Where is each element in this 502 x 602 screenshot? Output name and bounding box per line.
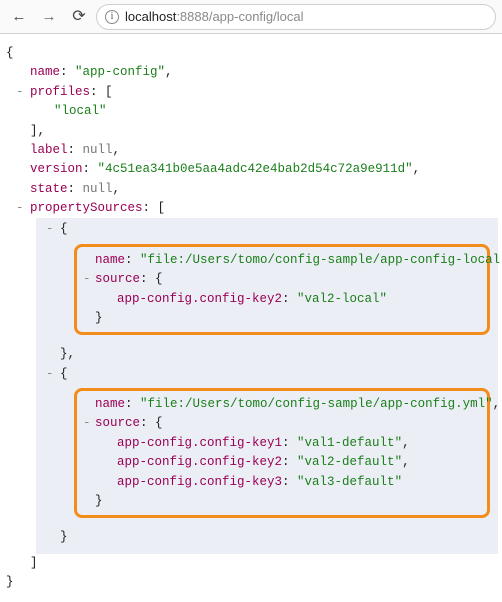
site-info-icon[interactable]: i — [105, 10, 119, 24]
ps-entry: app-config.config-key1: "val1-default", — [77, 434, 487, 453]
collapse-icon[interactable]: - — [16, 83, 24, 102]
ps-item-source: -source: { — [77, 270, 487, 289]
json-version: version: "4c51ea341b0e5aa4adc42e4bab2d54… — [6, 160, 502, 179]
json-profiles: -profiles: [ — [6, 83, 502, 102]
ps-item-open: -{ — [36, 220, 498, 239]
ps-entry: app-config.config-key3: "val3-default" — [77, 473, 487, 492]
collapse-icon[interactable]: - — [46, 365, 54, 384]
brace-close: } — [6, 573, 502, 592]
collapse-icon[interactable]: - — [46, 220, 54, 239]
brace-open: { — [6, 44, 502, 63]
address-host: localhost — [125, 9, 176, 24]
highlight-box: name: "file:/Users/tomo/config-sample/ap… — [74, 244, 490, 336]
collapse-icon[interactable]: - — [83, 414, 91, 433]
json-profiles-item: "local" — [6, 102, 502, 121]
ps-item-close: }, — [36, 345, 498, 364]
ps-source-close: } — [77, 309, 487, 328]
back-button[interactable]: ← — [6, 4, 32, 30]
address-text: localhost:8888/app-config/local — [125, 9, 304, 24]
ps-item-source: -source: { — [77, 414, 487, 433]
address-bar[interactable]: i localhost:8888/app-config/local — [96, 4, 496, 30]
collapse-icon[interactable]: - — [16, 199, 24, 218]
ps-entry: app-config.config-key2: "val2-local" — [77, 290, 487, 309]
json-ps-close: ] — [6, 554, 502, 573]
ps-source-close: } — [77, 492, 487, 511]
json-label: label: null, — [6, 141, 502, 160]
property-sources-block: -{ name: "file:/Users/tomo/config-sample… — [36, 218, 498, 553]
ps-item-open: -{ — [36, 365, 498, 384]
highlight-box: name: "file:/Users/tomo/config-sample/ap… — [74, 388, 490, 518]
json-name: name: "app-config", — [6, 63, 502, 82]
reload-button[interactable]: ⟳ — [66, 4, 92, 30]
json-state: state: null, — [6, 180, 502, 199]
ps-entry: app-config.config-key2: "val2-default", — [77, 453, 487, 472]
ps-item-name: name: "file:/Users/tomo/config-sample/ap… — [77, 395, 487, 414]
ps-item-name: name: "file:/Users/tomo/config-sample/ap… — [77, 251, 487, 270]
json-viewer: { name: "app-config", -profiles: [ "loca… — [0, 34, 502, 602]
address-path: :8888/app-config/local — [176, 9, 303, 24]
ps-item-close: } — [36, 528, 498, 547]
browser-toolbar: ← → ⟳ i localhost:8888/app-config/local — [0, 0, 502, 34]
json-profiles-close: ], — [6, 122, 502, 141]
forward-button[interactable]: → — [36, 4, 62, 30]
collapse-icon[interactable]: - — [83, 270, 91, 289]
json-propertysources: -propertySources: [ — [6, 199, 502, 218]
